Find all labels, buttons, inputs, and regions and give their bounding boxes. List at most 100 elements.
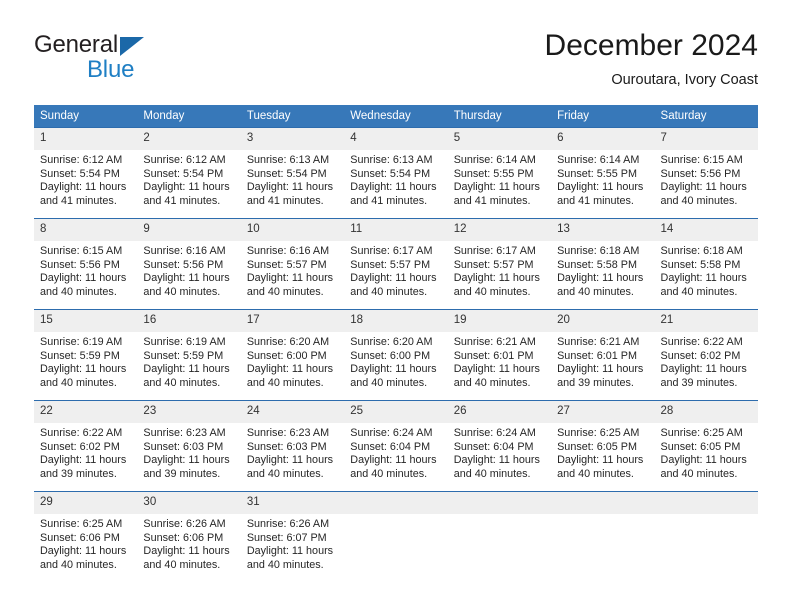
daylight-text-line1: Daylight: 11 hours	[350, 454, 437, 467]
daylight-text-line1: Daylight: 11 hours	[143, 363, 230, 376]
calendar-day-cell[interactable]: 12 Sunrise: 6:17 AM Sunset: 5:57 PM Dayl…	[447, 218, 552, 310]
sunrise-text: Sunrise: 6:16 AM	[246, 245, 330, 257]
calendar-day-cell[interactable]: 21 Sunrise: 6:22 AM Sunset: 6:02 PM Dayl…	[654, 309, 758, 401]
daylight-text-line1: Daylight: 11 hours	[660, 363, 747, 376]
daylight-text-line1: Daylight: 11 hours	[143, 454, 230, 467]
calendar-day-cell[interactable]: 14 Sunrise: 6:18 AM Sunset: 5:58 PM Dayl…	[654, 218, 758, 310]
sunrise-text: Sunrise: 6:18 AM	[557, 245, 640, 257]
daylight-text-line2: and 40 minutes.	[246, 376, 324, 389]
calendar-day-cell[interactable]: 5 Sunrise: 6:14 AM Sunset: 5:55 PM Dayli…	[447, 127, 552, 219]
calendar-day-cell[interactable]: 1 Sunrise: 6:12 AM Sunset: 5:54 PM Dayli…	[34, 127, 138, 219]
calendar-day-cell[interactable]: 6 Sunrise: 6:14 AM Sunset: 5:55 PM Dayli…	[551, 127, 655, 219]
sunset-text: Sunset: 6:01 PM	[557, 349, 637, 362]
calendar-day-cell[interactable]: 30 Sunrise: 6:26 AM Sunset: 6:06 PM Dayl…	[137, 491, 241, 582]
daylight-text-line1: Daylight: 11 hours	[453, 272, 540, 285]
calendar-day-cell[interactable]: 22 Sunrise: 6:22 AM Sunset: 6:02 PM Dayl…	[34, 400, 138, 492]
sunrise-text: Sunrise: 6:26 AM	[143, 518, 226, 530]
calendar-day-cell[interactable]: 4 Sunrise: 6:13 AM Sunset: 5:54 PM Dayli…	[344, 127, 448, 219]
day-number: 17	[240, 310, 345, 332]
day-details: Sunrise: 6:14 AM Sunset: 5:55 PM Dayligh…	[551, 150, 654, 208]
daylight-text-line1: Daylight: 11 hours	[246, 363, 334, 376]
daylight-text-line2: and 40 minutes.	[350, 467, 428, 480]
sunset-text: Sunset: 6:00 PM	[246, 349, 327, 362]
day-details: Sunrise: 6:26 AM Sunset: 6:07 PM Dayligh…	[241, 514, 344, 572]
daylight-text-line1: Daylight: 11 hours	[246, 181, 334, 194]
sunrise-text: Sunrise: 6:12 AM	[40, 154, 123, 166]
calendar-day-cell[interactable]: 25 Sunrise: 6:24 AM Sunset: 6:04 PM Dayl…	[344, 400, 448, 492]
day-number	[551, 492, 655, 514]
sunrise-text: Sunrise: 6:13 AM	[350, 154, 433, 166]
sunset-text: Sunset: 6:02 PM	[40, 440, 120, 453]
daylight-text-line2: and 41 minutes.	[143, 194, 221, 207]
calendar-day-cell[interactable]: 2 Sunrise: 6:12 AM Sunset: 5:54 PM Dayli…	[137, 127, 241, 219]
day-number: 5	[447, 128, 552, 150]
daylight-text-line1: Daylight: 11 hours	[246, 272, 334, 285]
general-blue-logo: General Blue	[34, 32, 174, 88]
sunset-text: Sunset: 5:57 PM	[246, 258, 327, 271]
calendar-day-cell[interactable]: 31 Sunrise: 6:26 AM Sunset: 6:07 PM Dayl…	[240, 491, 345, 582]
sunrise-text: Sunrise: 6:26 AM	[246, 518, 330, 530]
page-header: General Blue December 2024 Ouroutara, Iv…	[34, 28, 758, 98]
daylight-text-line1: Daylight: 11 hours	[453, 454, 540, 467]
calendar-day-cell[interactable]: 9 Sunrise: 6:16 AM Sunset: 5:56 PM Dayli…	[137, 218, 241, 310]
day-number: 28	[654, 401, 758, 423]
calendar-day-cell-empty	[551, 491, 655, 582]
brand-triangle-icon	[120, 37, 144, 56]
sunset-text: Sunset: 6:03 PM	[143, 440, 224, 453]
calendar-day-cell[interactable]: 8 Sunrise: 6:15 AM Sunset: 5:56 PM Dayli…	[34, 218, 138, 310]
calendar-day-cell[interactable]: 11 Sunrise: 6:17 AM Sunset: 5:57 PM Dayl…	[344, 218, 448, 310]
calendar-day-cell-empty	[344, 491, 448, 582]
calendar-day-cell[interactable]: 15 Sunrise: 6:19 AM Sunset: 5:59 PM Dayl…	[34, 309, 138, 401]
sunrise-text: Sunrise: 6:25 AM	[660, 427, 743, 439]
day-details: Sunrise: 6:23 AM Sunset: 6:03 PM Dayligh…	[137, 423, 240, 481]
sunrise-text: Sunrise: 6:14 AM	[453, 154, 536, 166]
daylight-text-line2: and 41 minutes.	[246, 194, 324, 207]
daylight-text-line2: and 39 minutes.	[40, 467, 117, 480]
calendar-day-cell[interactable]: 20 Sunrise: 6:21 AM Sunset: 6:01 PM Dayl…	[551, 309, 655, 401]
sunrise-text: Sunrise: 6:16 AM	[143, 245, 226, 257]
sunset-text: Sunset: 5:54 PM	[40, 167, 120, 180]
sunset-text: Sunset: 5:54 PM	[350, 167, 431, 180]
day-number: 10	[240, 219, 345, 241]
day-number: 31	[240, 492, 345, 514]
sunset-text: Sunset: 6:00 PM	[350, 349, 431, 362]
day-number: 16	[137, 310, 241, 332]
sunset-text: Sunset: 5:55 PM	[453, 167, 534, 180]
calendar-day-cell[interactable]: 10 Sunrise: 6:16 AM Sunset: 5:57 PM Dayl…	[240, 218, 345, 310]
sunrise-text: Sunrise: 6:23 AM	[143, 427, 226, 439]
calendar-day-cell[interactable]: 23 Sunrise: 6:23 AM Sunset: 6:03 PM Dayl…	[137, 400, 241, 492]
day-details: Sunrise: 6:20 AM Sunset: 6:00 PM Dayligh…	[241, 332, 344, 390]
daylight-text-line2: and 39 minutes.	[143, 467, 221, 480]
calendar-day-cell[interactable]: 27 Sunrise: 6:25 AM Sunset: 6:05 PM Dayl…	[551, 400, 655, 492]
day-details: Sunrise: 6:17 AM Sunset: 5:57 PM Dayligh…	[448, 241, 551, 299]
daylight-text-line2: and 40 minutes.	[660, 467, 738, 480]
sunrise-text: Sunrise: 6:15 AM	[660, 154, 743, 166]
sunset-text: Sunset: 5:54 PM	[246, 167, 327, 180]
sunset-text: Sunset: 5:59 PM	[40, 349, 120, 362]
day-details: Sunrise: 6:22 AM Sunset: 6:02 PM Dayligh…	[655, 332, 758, 390]
calendar-day-cell[interactable]: 26 Sunrise: 6:24 AM Sunset: 6:04 PM Dayl…	[447, 400, 552, 492]
calendar-day-cell[interactable]: 19 Sunrise: 6:21 AM Sunset: 6:01 PM Dayl…	[447, 309, 552, 401]
calendar-day-cell[interactable]: 17 Sunrise: 6:20 AM Sunset: 6:00 PM Dayl…	[240, 309, 345, 401]
day-number: 18	[344, 310, 448, 332]
calendar-day-cell[interactable]: 18 Sunrise: 6:20 AM Sunset: 6:00 PM Dayl…	[344, 309, 448, 401]
sunrise-text: Sunrise: 6:24 AM	[453, 427, 536, 439]
calendar-day-cell[interactable]: 16 Sunrise: 6:19 AM Sunset: 5:59 PM Dayl…	[137, 309, 241, 401]
calendar-day-cell[interactable]: 3 Sunrise: 6:13 AM Sunset: 5:54 PM Dayli…	[240, 127, 345, 219]
calendar-day-cell[interactable]: 7 Sunrise: 6:15 AM Sunset: 5:56 PM Dayli…	[654, 127, 758, 219]
daylight-text-line1: Daylight: 11 hours	[143, 272, 230, 285]
daylight-text-line2: and 40 minutes.	[453, 376, 531, 389]
day-number: 8	[34, 219, 138, 241]
day-number: 9	[137, 219, 241, 241]
page-title: December 2024	[544, 29, 758, 62]
daylight-text-line1: Daylight: 11 hours	[660, 454, 747, 467]
calendar-day-cell[interactable]: 29 Sunrise: 6:25 AM Sunset: 6:06 PM Dayl…	[34, 491, 138, 582]
sunrise-text: Sunrise: 6:17 AM	[350, 245, 433, 257]
calendar-day-cell[interactable]: 28 Sunrise: 6:25 AM Sunset: 6:05 PM Dayl…	[654, 400, 758, 492]
sunrise-text: Sunrise: 6:20 AM	[246, 336, 330, 348]
calendar-day-cell[interactable]: 13 Sunrise: 6:18 AM Sunset: 5:58 PM Dayl…	[551, 218, 655, 310]
daylight-text-line2: and 40 minutes.	[660, 194, 738, 207]
day-number: 19	[447, 310, 552, 332]
calendar-day-cell[interactable]: 24 Sunrise: 6:23 AM Sunset: 6:03 PM Dayl…	[240, 400, 345, 492]
day-details: Sunrise: 6:18 AM Sunset: 5:58 PM Dayligh…	[551, 241, 654, 299]
